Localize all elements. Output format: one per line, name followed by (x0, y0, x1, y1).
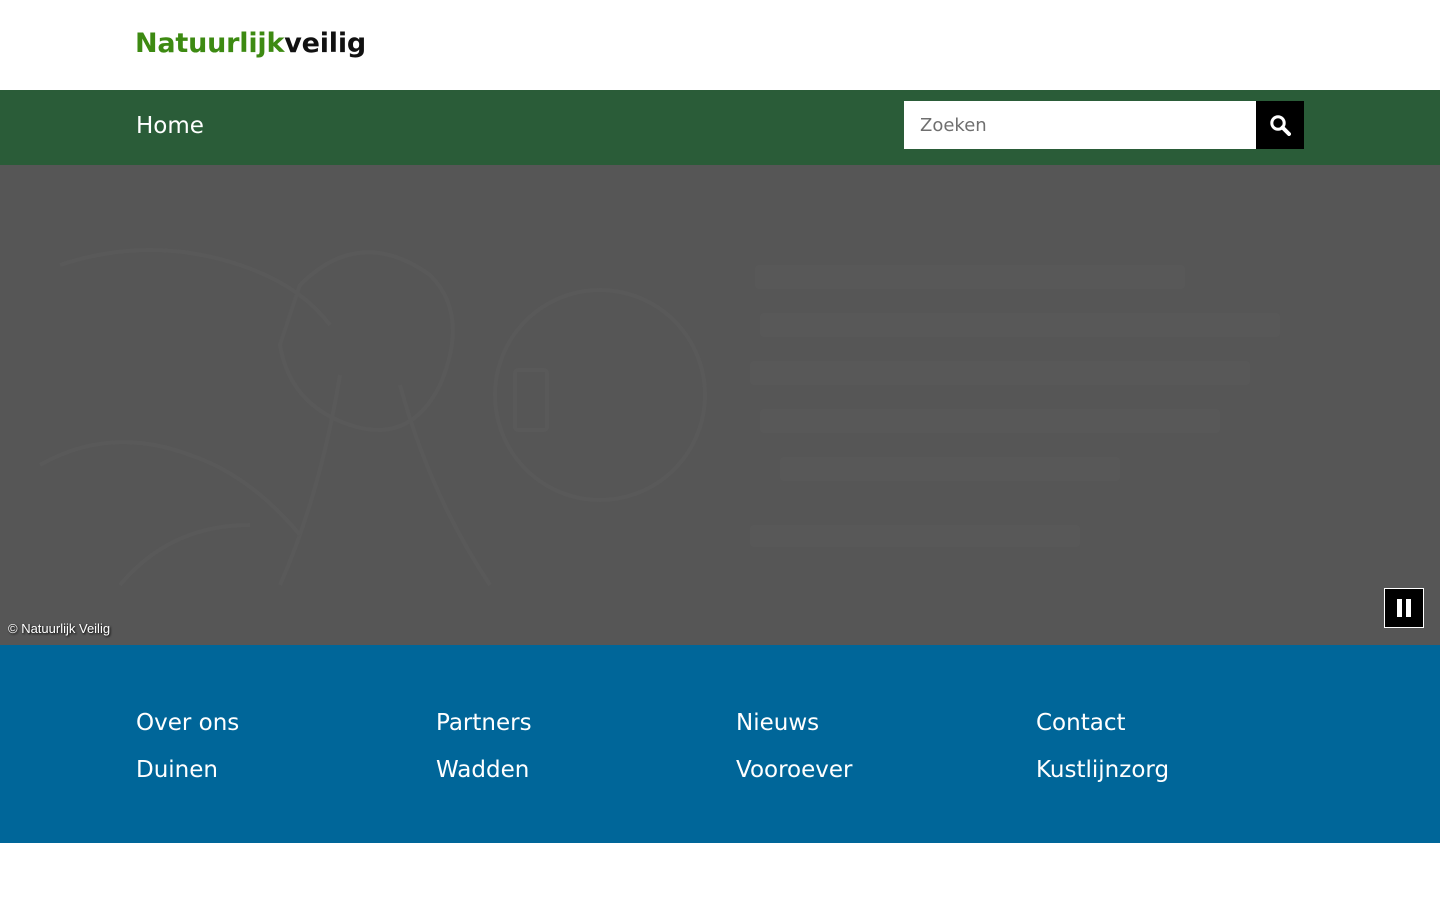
search-icon (1270, 115, 1291, 136)
image-copyright-caption: © Natuurlijk Veilig (8, 621, 111, 636)
search-form (904, 101, 1304, 149)
hero-image (39, 248, 1280, 587)
footer-link-duinen[interactable]: Duinen (136, 754, 218, 786)
footer-link-over-ons[interactable]: Over ons (136, 707, 239, 739)
footer-link-wadden[interactable]: Wadden (436, 754, 529, 786)
footer-link-vooroever[interactable]: Vooroever (736, 754, 852, 786)
footer-link-contact[interactable]: Contact (1036, 707, 1125, 739)
search-input[interactable] (904, 101, 1256, 149)
nav-item-home[interactable]: Home (136, 110, 204, 142)
footer-link-kustlijnzorg[interactable]: Kustlijnzorg (1036, 754, 1169, 786)
main-navigation: Home (0, 90, 1440, 165)
hero-slideshow: © Natuurlijk Veilig (0, 165, 1440, 645)
pause-icon (1406, 599, 1411, 617)
pause-icon (1397, 599, 1402, 617)
footer-navigation: Over ons Partners Nieuws Contact Duinen … (0, 645, 1440, 843)
page-bottom-space (0, 843, 1440, 900)
logo-text-veilig: veilig (284, 28, 367, 59)
footer-link-partners[interactable]: Partners (436, 707, 532, 739)
site-logo[interactable]: Natuurlijkveilig (135, 27, 366, 61)
slideshow-pause-button[interactable] (1384, 588, 1424, 628)
logo-text-natuurlijk: Natuurlijk (135, 28, 285, 59)
site-header: Natuurlijkveilig (0, 0, 1440, 90)
search-button[interactable] (1256, 101, 1304, 149)
footer-link-nieuws[interactable]: Nieuws (736, 707, 819, 739)
